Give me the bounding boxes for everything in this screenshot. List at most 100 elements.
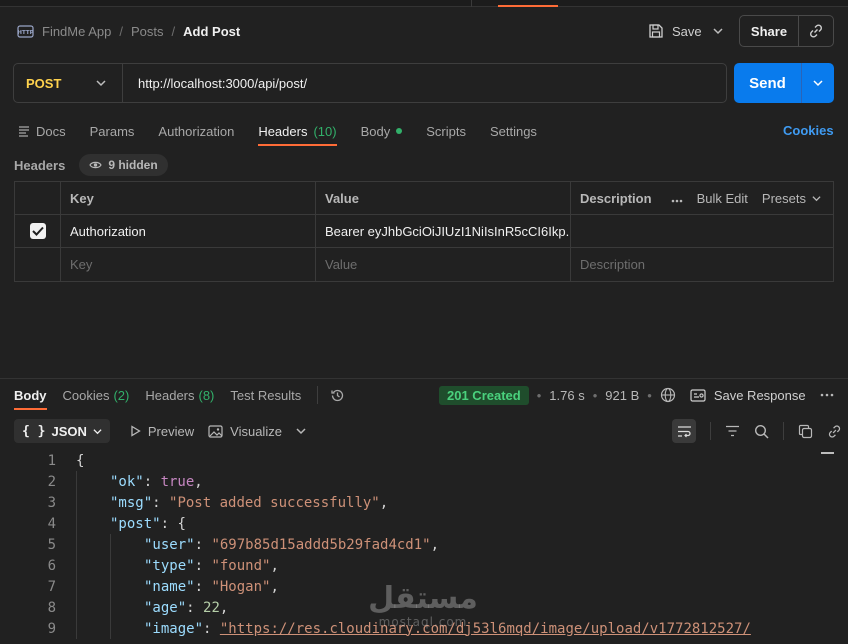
globe-icon[interactable] xyxy=(660,387,676,403)
tab-params-label: Params xyxy=(89,123,135,139)
tab-test-results[interactable]: Test Results xyxy=(230,384,301,406)
copy-icon[interactable] xyxy=(798,424,813,439)
json-value: "Post added successfully" xyxy=(169,494,380,511)
tab-headers[interactable]: Headers (10) xyxy=(258,118,337,146)
new-key-input[interactable]: Key xyxy=(61,248,316,281)
json-value[interactable]: "https://res.cloudinary.com/dj53l6mqd/im… xyxy=(220,621,751,637)
send-button[interactable]: Send xyxy=(734,63,802,103)
divider xyxy=(783,422,784,440)
response-cookies-label: Cookies xyxy=(62,387,110,403)
code-line: 2 "ok": true, xyxy=(0,471,848,492)
history-icon[interactable] xyxy=(330,388,345,403)
table-row-empty: Key Value Description xyxy=(15,248,833,281)
breadcrumb: HTTP FindMe App / Posts / Add Post xyxy=(17,20,240,42)
response-body-label: Body xyxy=(14,387,47,403)
row-checkbox-cell xyxy=(15,215,61,247)
response-tools xyxy=(672,419,842,443)
search-icon[interactable] xyxy=(754,424,769,439)
bulk-edit-button[interactable]: Bulk Edit xyxy=(697,191,748,206)
indent-guide xyxy=(76,555,77,576)
presets-dropdown[interactable]: Presets xyxy=(762,191,821,206)
wrap-lines-button[interactable] xyxy=(672,419,696,443)
tab-response-cookies[interactable]: Cookies (2) xyxy=(63,384,130,406)
line-number: 4 xyxy=(47,515,56,532)
tab-authorization[interactable]: Authorization xyxy=(158,118,234,144)
response-size[interactable]: 921 B xyxy=(605,388,639,403)
save-response-button[interactable]: Save Response xyxy=(690,388,806,403)
json-key: "user" xyxy=(144,536,195,553)
code-line: 1{ xyxy=(0,450,848,471)
response-time[interactable]: 1.76 s xyxy=(549,388,584,403)
visualize-button[interactable]: Visualize xyxy=(208,424,282,439)
new-value-input[interactable]: Value xyxy=(316,248,571,281)
tab-separator xyxy=(471,0,472,7)
visualize-options-dropdown[interactable] xyxy=(296,426,306,436)
header-value-cell[interactable]: Bearer eyJhbGciOiJIUzI1NiIsInR5cCI6Ikp..… xyxy=(316,215,571,247)
share-button[interactable]: Share xyxy=(740,16,799,46)
tab-docs[interactable]: Docs xyxy=(18,118,66,144)
headers-section-title: Headers xyxy=(14,157,66,173)
breadcrumb-collection[interactable]: FindMe App xyxy=(42,24,111,39)
more-options-icon[interactable] xyxy=(671,191,683,206)
tab-body[interactable]: Body xyxy=(361,118,403,144)
code-content: "user": "697b85d15addd5b29fad4cd1", xyxy=(56,537,439,553)
more-options-icon[interactable] xyxy=(820,393,834,397)
tab-scripts[interactable]: Scripts xyxy=(426,118,466,144)
save-button[interactable]: Save xyxy=(648,20,702,42)
table-header-row: Key Value Description Bulk Edit Presets xyxy=(15,182,833,215)
chevron-down-icon xyxy=(813,80,823,87)
url-input[interactable]: http://localhost:3000/api/post/ xyxy=(123,76,307,91)
method-select[interactable]: POST xyxy=(14,64,123,102)
line-number: 9 xyxy=(47,620,56,637)
table-actions: Bulk Edit Presets xyxy=(671,191,821,206)
indent-guide xyxy=(76,534,77,555)
link-icon[interactable] xyxy=(827,424,842,439)
breadcrumb-folder[interactable]: Posts xyxy=(131,24,164,39)
format-select[interactable]: { } JSON xyxy=(14,419,110,443)
code-content: "type": "found", xyxy=(56,558,279,574)
line-number: 3 xyxy=(47,494,56,511)
tab-authorization-label: Authorization xyxy=(158,123,235,139)
tab-settings[interactable]: Settings xyxy=(490,118,537,144)
json-punctuation: , xyxy=(194,473,203,490)
tab-params[interactable]: Params xyxy=(90,118,135,144)
indent-guide xyxy=(76,597,77,618)
json-key: "image" xyxy=(144,620,204,637)
save-options-dropdown[interactable] xyxy=(710,22,726,40)
json-token: { xyxy=(76,452,85,469)
request-url-bar: POST http://localhost:3000/api/post/ xyxy=(13,63,727,103)
tab-body-label: Body xyxy=(360,123,391,139)
code-line: 5 "user": "697b85d15addd5b29fad4cd1", xyxy=(0,534,848,555)
response-divider[interactable] xyxy=(0,378,848,379)
headers-subbar: Headers 9 hidden xyxy=(14,154,168,176)
tab-response-headers[interactable]: Headers (8) xyxy=(145,384,214,406)
link-icon xyxy=(809,24,823,38)
header-enabled-checkbox[interactable] xyxy=(29,223,46,239)
copy-link-button[interactable] xyxy=(799,16,833,46)
json-punctuation: , xyxy=(219,599,229,616)
hidden-headers-toggle[interactable]: 9 hidden xyxy=(79,154,168,176)
status-badge[interactable]: 201 Created xyxy=(439,385,529,405)
header-key-cell[interactable]: Authorization xyxy=(61,215,316,247)
cookies-link[interactable]: Cookies xyxy=(783,123,834,138)
chevron-down-icon xyxy=(93,428,102,434)
divider xyxy=(317,386,319,404)
line-number: 6 xyxy=(47,557,56,574)
editor-scrollbar[interactable] xyxy=(821,452,834,454)
send-options-dropdown[interactable] xyxy=(802,63,834,103)
json-value: true xyxy=(160,473,195,490)
header-description-cell[interactable] xyxy=(571,215,833,247)
new-description-input[interactable]: Description xyxy=(571,248,833,281)
meta-separator: • xyxy=(647,387,652,403)
column-header-value: Value xyxy=(316,182,571,214)
share-button-group: Share xyxy=(739,15,834,47)
headers-table: Key Value Description Bulk Edit Presets … xyxy=(14,181,834,282)
request-tabs: Docs Params Authorization Headers (10) B… xyxy=(18,118,561,146)
page-title[interactable]: Add Post xyxy=(183,24,240,39)
tab-response-body[interactable]: Body xyxy=(14,384,47,410)
line-number: 1 xyxy=(47,452,56,469)
row-checkbox-cell xyxy=(15,248,61,281)
filter-icon[interactable] xyxy=(725,425,740,437)
indent-guide xyxy=(110,576,111,597)
preview-button[interactable]: Preview xyxy=(130,424,194,439)
